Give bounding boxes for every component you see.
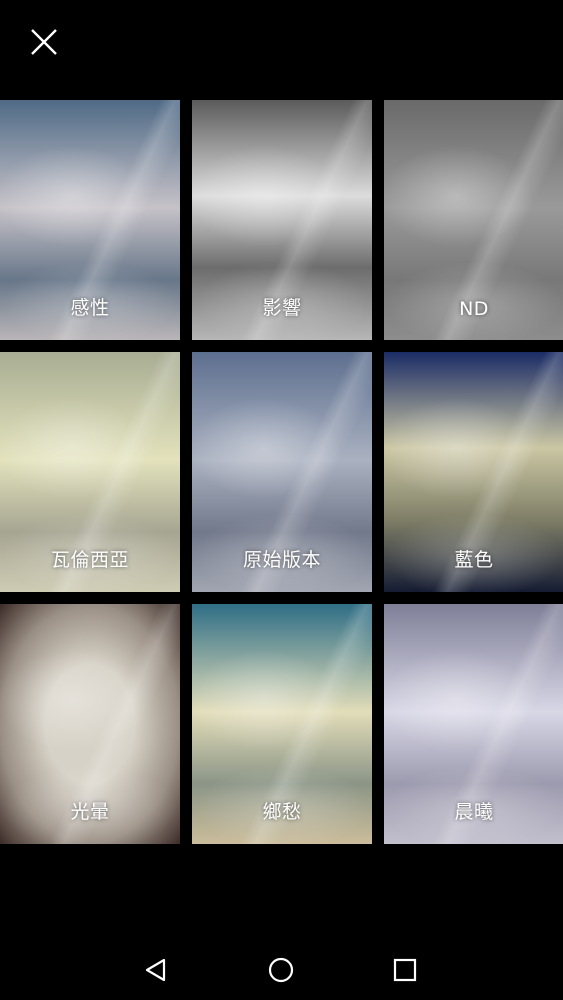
filter-tile[interactable]: ND [384,100,563,340]
filter-tile[interactable]: 瓦倫西亞 [0,352,180,592]
close-button[interactable] [22,20,66,64]
filter-label: 光暈 [70,801,110,823]
filter-grid: 感性 影響 ND 瓦倫西亞 原始版本 藍色 光暈 鄉愁 晨曦 [0,100,563,844]
filter-label: 原始版本 [242,549,321,571]
home-circle-icon [268,957,294,983]
close-icon [31,29,57,55]
filter-tile-selected[interactable]: 光暈 [0,604,180,844]
filter-tile[interactable]: 晨曦 [384,604,563,844]
filter-label: ND [459,298,489,320]
filter-label: 鄉愁 [262,801,302,823]
home-button[interactable] [265,954,297,986]
recent-square-icon [393,958,417,982]
filter-tile[interactable]: 影響 [192,100,372,340]
system-navigation-bar [0,940,563,1000]
filter-tile[interactable]: 原始版本 [192,352,372,592]
filter-tile[interactable]: 鄉愁 [192,604,372,844]
filter-label: 藍色 [454,549,494,571]
filter-label: 晨曦 [454,801,494,823]
filter-label: 瓦倫西亞 [50,549,129,571]
filter-label: 感性 [70,297,110,319]
back-triangle-icon [145,958,166,982]
filter-label: 影響 [262,297,302,319]
filter-tile[interactable]: 感性 [0,100,180,340]
back-button[interactable] [141,954,173,986]
filter-tile[interactable]: 藍色 [384,352,563,592]
recent-apps-button[interactable] [389,954,421,986]
